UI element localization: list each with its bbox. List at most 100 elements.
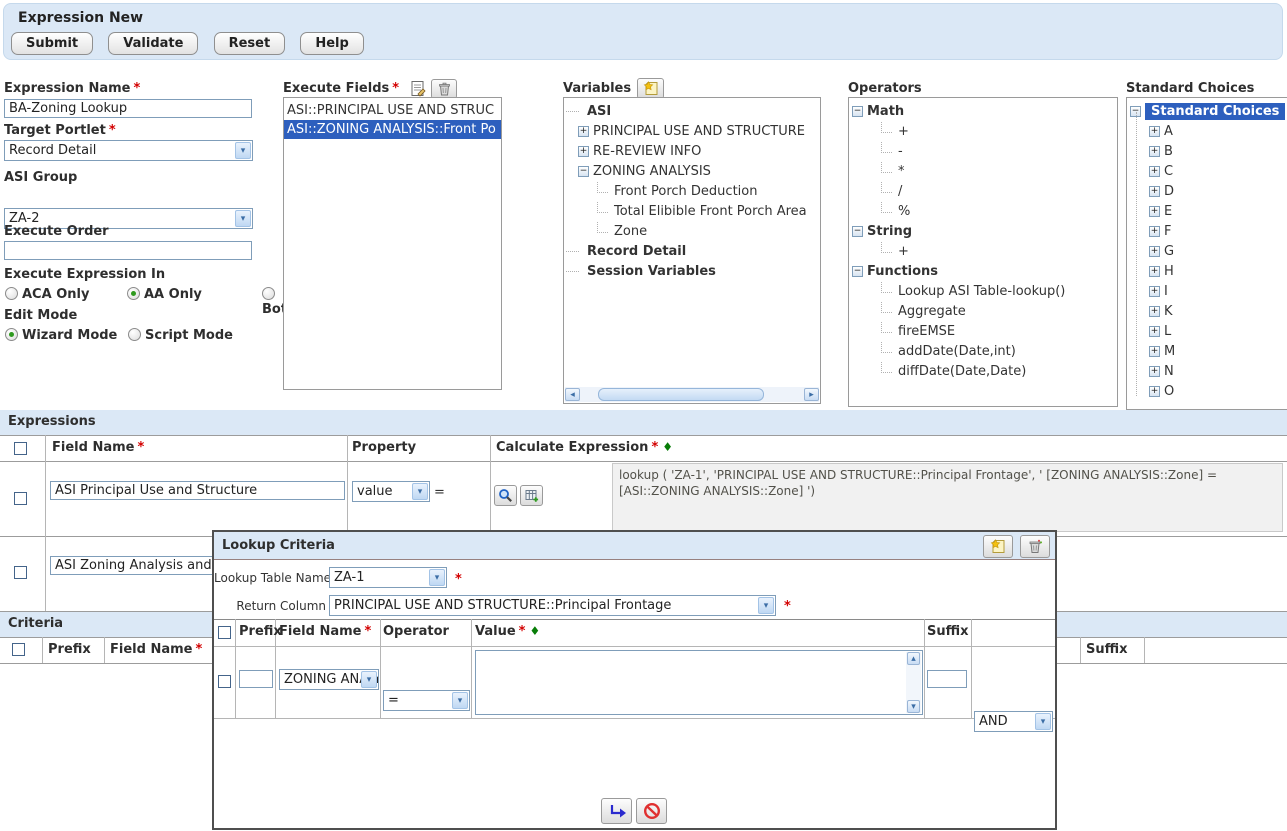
chevron-down-icon[interactable]: [429, 569, 445, 586]
expand-plus-icon[interactable]: [578, 126, 589, 137]
execute-fields-listbox[interactable]: ASI::PRINCIPAL USE AND STRUC ASI::ZONING…: [283, 97, 502, 390]
dialog-cancel-button[interactable]: [636, 798, 667, 824]
chevron-down-icon[interactable]: [1035, 713, 1051, 730]
lookup-table-button[interactable]: [520, 485, 543, 506]
return-column-select[interactable]: PRINCIPAL USE AND STRUCTURE::Principal F…: [329, 595, 776, 616]
scroll-down-icon[interactable]: [907, 700, 920, 713]
radio-icon[interactable]: [5, 287, 18, 300]
chevron-down-icon[interactable]: [235, 142, 251, 159]
select-all-checkbox[interactable]: [12, 643, 25, 656]
collapse-minus-icon[interactable]: [578, 166, 589, 177]
tree-node[interactable]: N: [1127, 361, 1287, 381]
select-all-checkbox[interactable]: [218, 626, 231, 639]
scroll-right-icon[interactable]: [804, 388, 819, 401]
reset-button[interactable]: Reset: [214, 32, 286, 55]
collapse-minus-icon[interactable]: [852, 106, 863, 117]
list-item[interactable]: ASI::PRINCIPAL USE AND STRUC: [284, 101, 501, 120]
variables-tree[interactable]: ASI PRINCIPAL USE AND STRUCTURE RE-REVIE…: [563, 97, 821, 404]
radio-selected-icon[interactable]: [5, 328, 18, 341]
tree-node[interactable]: String: [849, 221, 1117, 241]
radio-aca-only[interactable]: ACA Only: [5, 287, 89, 302]
radio-icon[interactable]: [262, 287, 275, 300]
chevron-down-icon[interactable]: [412, 483, 428, 500]
tree-node[interactable]: C: [1127, 161, 1287, 181]
target-portlet-select[interactable]: Record Detail: [4, 140, 253, 161]
tree-node[interactable]: L: [1127, 321, 1287, 341]
tree-node[interactable]: Session Variables: [564, 261, 820, 281]
delete-fields-button[interactable]: [431, 79, 457, 99]
expand-plus-icon[interactable]: [1149, 266, 1160, 277]
tree-node[interactable]: K: [1127, 301, 1287, 321]
lookup-table-name-select[interactable]: ZA-1: [329, 567, 447, 588]
select-all-checkbox[interactable]: [14, 442, 27, 455]
expand-plus-icon[interactable]: [1149, 346, 1160, 357]
expand-plus-icon[interactable]: [1149, 286, 1160, 297]
radio-script-mode[interactable]: Script Mode: [128, 328, 233, 343]
expand-plus-icon[interactable]: [1149, 226, 1160, 237]
radio-wizard-mode[interactable]: Wizard Mode: [5, 328, 117, 343]
tree-node[interactable]: E: [1127, 201, 1287, 221]
tree-node[interactable]: +: [849, 241, 1117, 261]
horizontal-scrollbar[interactable]: [565, 387, 819, 402]
collapse-minus-icon[interactable]: [852, 226, 863, 237]
validate-button[interactable]: Validate: [108, 32, 198, 55]
collapse-minus-icon[interactable]: [852, 266, 863, 277]
conjunction-select[interactable]: AND: [974, 711, 1053, 732]
execute-order-input[interactable]: [4, 241, 252, 260]
tree-node[interactable]: Front Porch Deduction: [564, 181, 820, 201]
expand-plus-icon[interactable]: [1149, 206, 1160, 217]
expand-plus-icon[interactable]: [1149, 166, 1160, 177]
tree-node[interactable]: RE-REVIEW INFO: [564, 141, 820, 161]
radio-icon[interactable]: [128, 328, 141, 341]
scroll-up-icon[interactable]: [907, 652, 920, 665]
operators-tree[interactable]: Math + - * / % String + Functions Lookup…: [848, 97, 1118, 407]
tree-node[interactable]: D: [1127, 181, 1287, 201]
tree-node[interactable]: Aggregate: [849, 301, 1117, 321]
expand-plus-icon[interactable]: [1149, 246, 1160, 257]
prefix-input[interactable]: [239, 670, 273, 688]
tree-node[interactable]: Lookup ASI Table-lookup(): [849, 281, 1117, 301]
tree-node[interactable]: ZONING ANALYSIS: [564, 161, 820, 181]
field-name-input[interactable]: [50, 481, 345, 500]
chevron-down-icon[interactable]: [361, 671, 377, 688]
tree-node[interactable]: O: [1127, 381, 1287, 401]
expand-plus-icon[interactable]: [1149, 146, 1160, 157]
scrollbar-thumb[interactable]: [598, 388, 764, 401]
tree-node[interactable]: addDate(Date,int): [849, 341, 1117, 361]
dialog-new-button[interactable]: [983, 535, 1013, 558]
variables-new-button[interactable]: [637, 78, 664, 99]
tree-node-selected[interactable]: Standard Choices: [1127, 101, 1287, 121]
standard-choices-tree[interactable]: Standard Choices A B C D E F G H I K L M…: [1126, 97, 1287, 410]
tree-node[interactable]: +: [849, 121, 1117, 141]
expand-plus-icon[interactable]: [1149, 306, 1160, 317]
tree-node[interactable]: I: [1127, 281, 1287, 301]
tree-node[interactable]: H: [1127, 261, 1287, 281]
tree-node[interactable]: M: [1127, 341, 1287, 361]
tree-node[interactable]: Total Elibible Front Porch Area: [564, 201, 820, 221]
submit-button[interactable]: Submit: [11, 32, 93, 55]
criteria-value-textarea[interactable]: [475, 650, 923, 715]
radio-aa-only[interactable]: AA Only: [127, 287, 202, 302]
chevron-down-icon[interactable]: [452, 692, 468, 709]
row-checkbox[interactable]: [218, 675, 231, 688]
calculate-expression-box[interactable]: lookup ( 'ZA-1', 'PRINCIPAL USE AND STRU…: [612, 463, 1283, 532]
tree-node[interactable]: Math: [849, 101, 1117, 121]
row-checkbox[interactable]: [14, 492, 27, 505]
expand-plus-icon[interactable]: [1149, 326, 1160, 337]
criteria-field-name-select[interactable]: ZONING ANALY: [279, 669, 379, 690]
expand-plus-icon[interactable]: [1149, 386, 1160, 397]
suffix-input[interactable]: [927, 670, 967, 688]
tree-node[interactable]: *: [849, 161, 1117, 181]
chevron-down-icon[interactable]: [235, 210, 251, 227]
dialog-submit-button[interactable]: [601, 798, 632, 824]
vertical-scrollbar[interactable]: [906, 652, 921, 713]
help-button[interactable]: Help: [300, 32, 363, 55]
expand-plus-icon[interactable]: [1149, 366, 1160, 377]
tree-node[interactable]: /: [849, 181, 1117, 201]
expand-plus-icon[interactable]: [1149, 126, 1160, 137]
chevron-down-icon[interactable]: [758, 597, 774, 614]
expression-name-input[interactable]: [4, 99, 252, 118]
tree-node[interactable]: -: [849, 141, 1117, 161]
tree-node[interactable]: diffDate(Date,Date): [849, 361, 1117, 381]
scrollbar-track[interactable]: [580, 388, 804, 401]
